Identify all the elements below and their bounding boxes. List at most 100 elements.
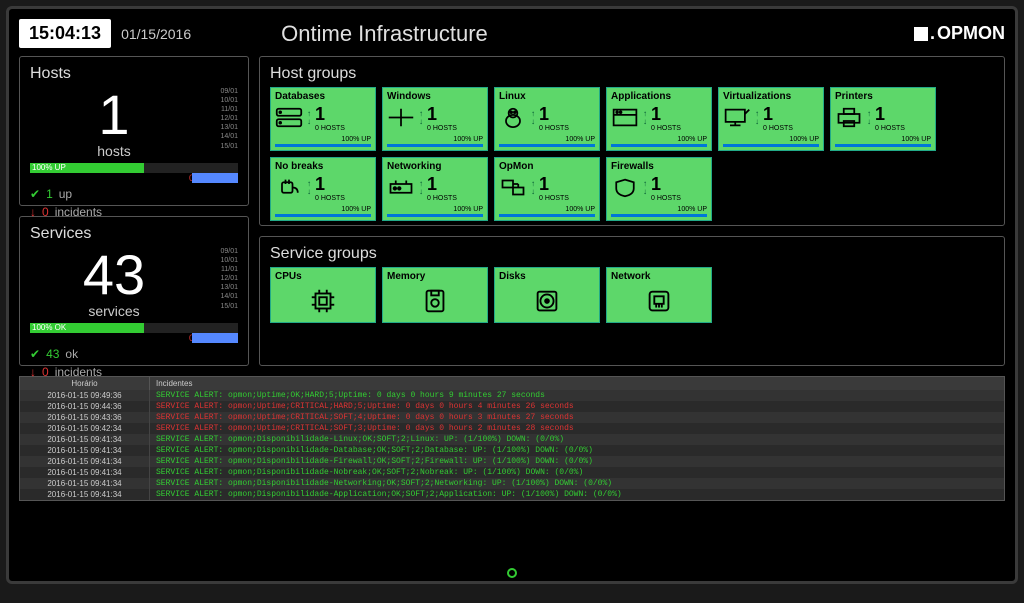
arrows-icon: ↑↓ — [419, 110, 423, 126]
hosts-up-line: ✔1up — [30, 187, 238, 201]
log-time: 2016-01-15 09:41:34 — [20, 445, 150, 456]
servicegroup-card[interactable]: Memory — [382, 267, 488, 323]
log-time: 2016-01-15 09:41:34 — [20, 478, 150, 489]
hostgroup-count: 1 — [539, 174, 569, 195]
hostgroup-count: 1 — [427, 104, 457, 125]
clock: 15:04:13 — [19, 19, 111, 48]
log-message: SERVICE ALERT: opmon;Uptime;CRITICAL;SOF… — [150, 412, 1004, 423]
services-panel: Services 43 services 09/0110/0111/0112/0… — [19, 216, 249, 366]
hostgroup-count: 1 — [651, 174, 681, 195]
hostgroup-count: 1 — [875, 104, 905, 125]
hosts-dates: 09/0110/0111/0112/0113/0114/0115/01 — [198, 87, 238, 159]
hostgroup-name: Virtualizations — [723, 91, 819, 102]
hostgroup-hosts: 0 HOSTS — [763, 125, 793, 132]
log-time: 2016-01-15 09:49:36 — [20, 390, 150, 401]
arrows-icon: ↑↓ — [419, 180, 423, 196]
log-row: 2016-01-15 09:44:36SERVICE ALERT: opmon;… — [20, 401, 1004, 412]
log-row: 2016-01-15 09:41:34SERVICE ALERT: opmon;… — [20, 434, 1004, 445]
arrows-icon: ↑↓ — [643, 110, 647, 126]
log-row: 2016-01-15 09:41:34SERVICE ALERT: opmon;… — [20, 489, 1004, 500]
log-message: SERVICE ALERT: opmon;Uptime;CRITICAL;HAR… — [150, 401, 1004, 412]
hostgroup-icon — [499, 107, 527, 129]
hostgroup-name: Linux — [499, 91, 595, 102]
hostgroup-up: 100% UP — [565, 136, 595, 143]
servicegroup-icon — [644, 286, 674, 314]
hostgroup-icon — [611, 107, 639, 129]
log-time: 2016-01-15 09:41:34 — [20, 467, 150, 478]
hostgroup-icon — [387, 107, 415, 129]
hostgroup-icon — [611, 177, 639, 199]
hostgroup-hosts: 0 HOSTS — [427, 195, 457, 202]
hostgroup-up: 100% UP — [789, 136, 819, 143]
check-icon: ✔ — [30, 187, 40, 201]
hostgroup-card[interactable]: Databases↑↓10 HOSTS100% UP — [270, 87, 376, 151]
log-row: 2016-01-15 09:41:34SERVICE ALERT: opmon;… — [20, 456, 1004, 467]
date: 01/15/2016 — [121, 26, 191, 42]
log-row: 2016-01-15 09:41:34SERVICE ALERT: opmon;… — [20, 467, 1004, 478]
hosts-label: hosts — [30, 143, 198, 159]
hostgroup-card[interactable]: Applications↑↓10 HOSTS100% UP — [606, 87, 712, 151]
servicegroup-card[interactable]: CPUs — [270, 267, 376, 323]
log-time: 2016-01-15 09:41:34 — [20, 434, 150, 445]
hostgroup-card[interactable]: OpMon↑↓10 HOSTS100% UP — [494, 157, 600, 221]
hostgroup-name: Firewalls — [611, 161, 707, 172]
servicegroup-name: CPUs — [275, 271, 371, 282]
arrows-icon: ↑↓ — [867, 110, 871, 126]
hostgroup-icon — [387, 177, 415, 199]
hostgroups-title: Host groups — [270, 65, 994, 83]
log-message: SERVICE ALERT: opmon;Disponibilidade-Nob… — [150, 467, 1004, 478]
arrows-icon: ↑↓ — [307, 180, 311, 196]
hostgroup-hosts: 0 HOSTS — [315, 195, 345, 202]
hosts-title: Hosts — [30, 65, 238, 83]
hostgroup-name: Databases — [275, 91, 371, 102]
log-row: 2016-01-15 09:42:34SERVICE ALERT: opmon;… — [20, 423, 1004, 434]
log-row: 2016-01-15 09:41:34SERVICE ALERT: opmon;… — [20, 445, 1004, 456]
hostgroup-card[interactable]: Linux↑↓10 HOSTS100% UP — [494, 87, 600, 151]
arrows-icon: ↑↓ — [531, 180, 535, 196]
header: 15:04:13 01/15/2016 Ontime Infrastructur… — [19, 19, 1005, 48]
power-icon[interactable] — [507, 568, 517, 578]
servicegroup-name: Disks — [499, 271, 595, 282]
hostgroup-icon — [723, 107, 751, 129]
log-message: SERVICE ALERT: opmon;Disponibilidade-Fir… — [150, 456, 1004, 467]
check-icon: ✔ — [30, 347, 40, 361]
servicegroup-icon — [308, 286, 338, 314]
log-message: SERVICE ALERT: opmon;Disponibilidade-App… — [150, 489, 1004, 500]
page-title: Ontime Infrastructure — [281, 21, 488, 47]
log-row: 2016-01-15 09:41:34SERVICE ALERT: opmon;… — [20, 478, 1004, 489]
hostgroup-up: 100% UP — [453, 206, 483, 213]
log-row: 2016-01-15 09:43:36SERVICE ALERT: opmon;… — [20, 412, 1004, 423]
hostgroup-up: 100% UP — [341, 136, 371, 143]
log-time: 2016-01-15 09:41:34 — [20, 489, 150, 500]
hostgroup-card[interactable]: Virtualizations↑↓10 HOSTS100% UP — [718, 87, 824, 151]
log-message: SERVICE ALERT: opmon;Disponibilidade-Dat… — [150, 445, 1004, 456]
hostgroup-name: No breaks — [275, 161, 371, 172]
services-dates: 09/0110/0111/0112/0113/0114/0115/01 — [198, 247, 238, 319]
hostgroup-card[interactable]: Printers↑↓10 HOSTS100% UP — [830, 87, 936, 151]
log-message: SERVICE ALERT: opmon;Disponibilidade-Net… — [150, 478, 1004, 489]
hostgroup-hosts: 0 HOSTS — [427, 125, 457, 132]
log-time: 2016-01-15 09:42:34 — [20, 423, 150, 434]
hostgroup-card[interactable]: Networking↑↓10 HOSTS100% UP — [382, 157, 488, 221]
hostgroup-card[interactable]: Firewalls↑↓10 HOSTS100% UP — [606, 157, 712, 221]
servicegroup-card[interactable]: Network — [606, 267, 712, 323]
hostgroup-up: 100% UP — [677, 136, 707, 143]
hostgroup-hosts: 0 HOSTS — [315, 125, 345, 132]
hostgroup-up: 100% UP — [565, 206, 595, 213]
hostgroup-icon — [275, 107, 303, 129]
servicegroup-card[interactable]: Disks — [494, 267, 600, 323]
hostgroup-card[interactable]: Windows↑↓10 HOSTS100% UP — [382, 87, 488, 151]
hosts-bar: 100% UP — [30, 163, 238, 173]
hostgroups-panel: Host groups Databases↑↓10 HOSTS100% UPWi… — [259, 56, 1005, 226]
hostgroup-up: 100% UP — [901, 136, 931, 143]
hostgroup-up: 100% UP — [453, 136, 483, 143]
hostgroup-count: 1 — [315, 104, 345, 125]
log-header: Horário Incidentes — [20, 377, 1004, 390]
hostgroup-hosts: 0 HOSTS — [651, 125, 681, 132]
services-ok-line: ✔43ok — [30, 347, 238, 361]
hostgroup-icon — [499, 177, 527, 199]
hostgroup-card[interactable]: No breaks↑↓10 HOSTS100% UP — [270, 157, 376, 221]
servicegroup-name: Network — [611, 271, 707, 282]
services-label: services — [30, 303, 198, 319]
hostgroup-up: 100% UP — [677, 206, 707, 213]
